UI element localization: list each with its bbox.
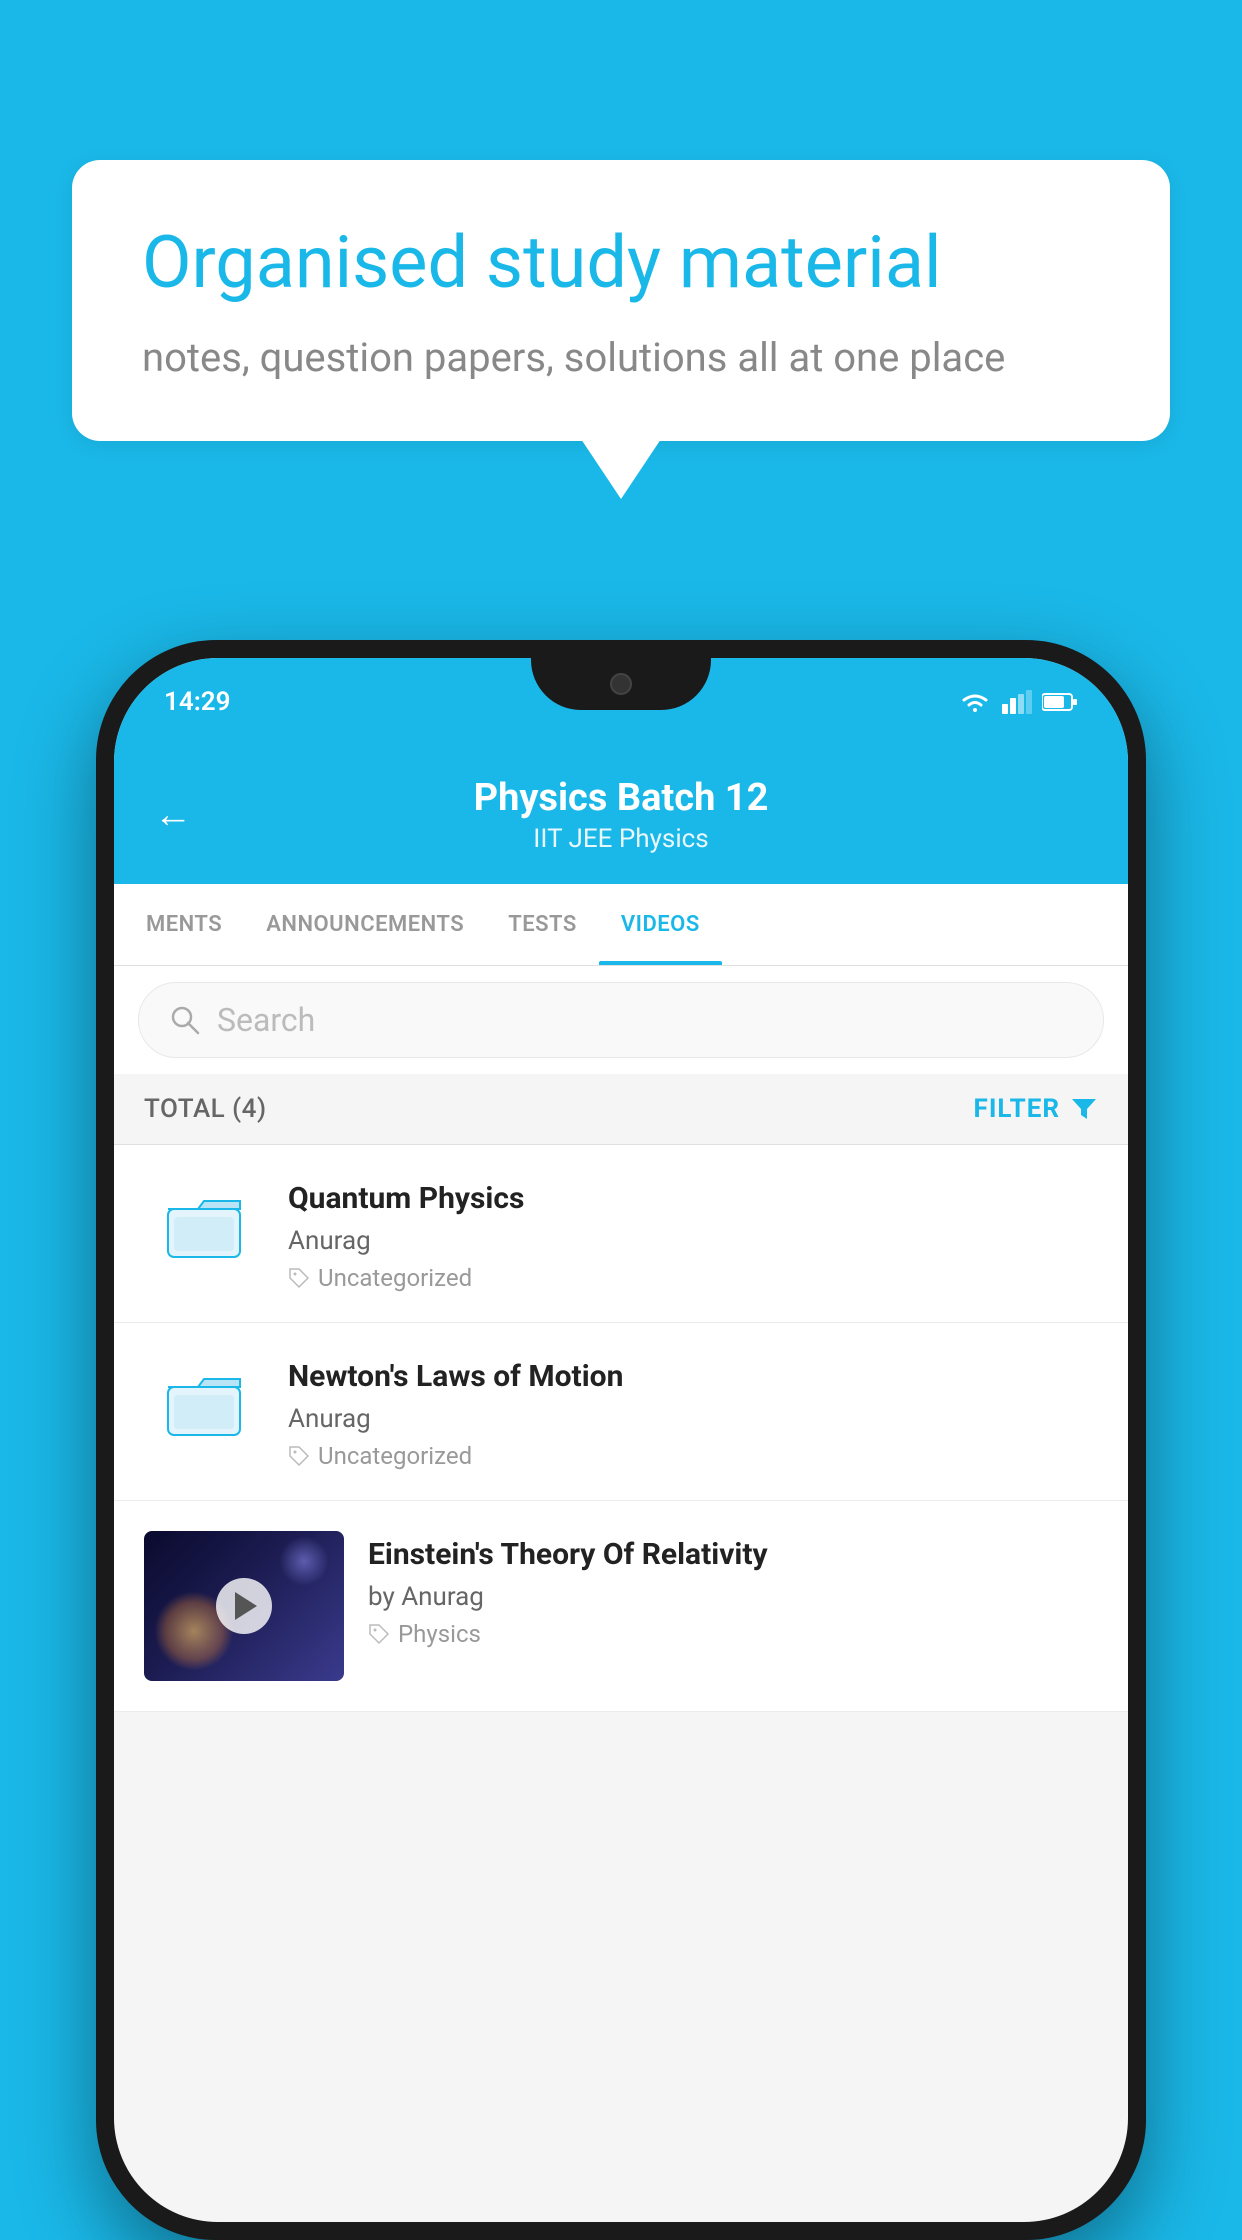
tag-icon-3 xyxy=(368,1623,390,1645)
thumb-glow2 xyxy=(279,1536,329,1586)
filter-label: FILTER xyxy=(974,1094,1060,1124)
video-list: Quantum Physics Anurag Uncategorized xyxy=(114,1145,1128,1712)
einstein-tag: Physics xyxy=(368,1620,1098,1648)
newtons-laws-title: Newton's Laws of Motion xyxy=(288,1357,1098,1396)
phone-mockup: 14:29 xyxy=(96,640,1146,2240)
play-triangle xyxy=(235,1592,257,1620)
status-bar: 14:29 xyxy=(114,658,1128,746)
battery-icon xyxy=(1042,692,1078,712)
filter-bar: TOTAL (4) FILTER xyxy=(114,1074,1128,1145)
speech-bubble-subtitle: notes, question papers, solutions all at… xyxy=(142,334,1100,381)
tabs-bar: MENTS ANNOUNCEMENTS TESTS VIDEOS xyxy=(114,884,1128,966)
back-button[interactable]: ← xyxy=(154,793,192,837)
phone-screen: 14:29 xyxy=(114,658,1128,2222)
quantum-physics-title: Quantum Physics xyxy=(288,1179,1098,1218)
batch-subtitle: IIT JEE Physics xyxy=(474,824,769,854)
tab-tests[interactable]: TESTS xyxy=(486,884,599,965)
search-bar-wrapper: Search xyxy=(114,966,1128,1074)
play-button[interactable] xyxy=(216,1578,272,1634)
speech-bubble-title: Organised study material xyxy=(142,220,1100,306)
tab-ments[interactable]: MENTS xyxy=(124,884,244,965)
newtons-laws-thumb xyxy=(144,1353,264,1453)
video-item-newtons-laws[interactable]: Newton's Laws of Motion Anurag Uncategor… xyxy=(114,1323,1128,1501)
tab-announcements[interactable]: ANNOUNCEMENTS xyxy=(244,884,486,965)
status-icons xyxy=(958,690,1078,714)
search-bar[interactable]: Search xyxy=(138,982,1104,1058)
app-header: ← Physics Batch 12 IIT JEE Physics xyxy=(114,746,1128,884)
quantum-physics-info: Quantum Physics Anurag Uncategorized xyxy=(288,1175,1098,1292)
tag-icon xyxy=(288,1267,310,1289)
phone-outer: 14:29 xyxy=(96,640,1146,2240)
header-title-group: Physics Batch 12 IIT JEE Physics xyxy=(474,776,769,854)
speech-bubble-wrapper: Organised study material notes, question… xyxy=(72,160,1170,499)
newtons-laws-tag: Uncategorized xyxy=(288,1442,1098,1470)
batch-title: Physics Batch 12 xyxy=(474,776,769,820)
newtons-laws-author: Anurag xyxy=(288,1404,1098,1434)
newtons-laws-info: Newton's Laws of Motion Anurag Uncategor… xyxy=(288,1353,1098,1470)
tag-icon-2 xyxy=(288,1445,310,1467)
status-time: 14:29 xyxy=(164,687,231,717)
speech-bubble-arrow xyxy=(581,439,661,499)
filter-funnel-icon xyxy=(1070,1095,1098,1123)
video-item-einstein[interactable]: Einstein's Theory Of Relativity by Anura… xyxy=(114,1501,1128,1712)
filter-button[interactable]: FILTER xyxy=(974,1094,1098,1124)
video-item-quantum-physics[interactable]: Quantum Physics Anurag Uncategorized xyxy=(114,1145,1128,1323)
search-icon xyxy=(169,1004,201,1036)
phone-notch xyxy=(531,658,711,710)
einstein-thumbnail xyxy=(144,1531,344,1681)
wifi-icon xyxy=(958,690,992,714)
total-count: TOTAL (4) xyxy=(144,1094,267,1124)
quantum-physics-tag: Uncategorized xyxy=(288,1264,1098,1292)
speech-bubble: Organised study material notes, question… xyxy=(72,160,1170,441)
folder-icon xyxy=(166,1191,242,1259)
folder-icon-2 xyxy=(166,1369,242,1437)
tab-videos[interactable]: VIDEOS xyxy=(599,884,722,965)
quantum-physics-author: Anurag xyxy=(288,1226,1098,1256)
einstein-title: Einstein's Theory Of Relativity xyxy=(368,1535,1098,1574)
signal-icon xyxy=(1002,690,1032,714)
einstein-info: Einstein's Theory Of Relativity by Anura… xyxy=(368,1531,1098,1648)
einstein-author: by Anurag xyxy=(368,1582,1098,1612)
quantum-physics-thumb xyxy=(144,1175,264,1275)
search-placeholder: Search xyxy=(217,1001,315,1039)
camera-dot xyxy=(610,673,632,695)
